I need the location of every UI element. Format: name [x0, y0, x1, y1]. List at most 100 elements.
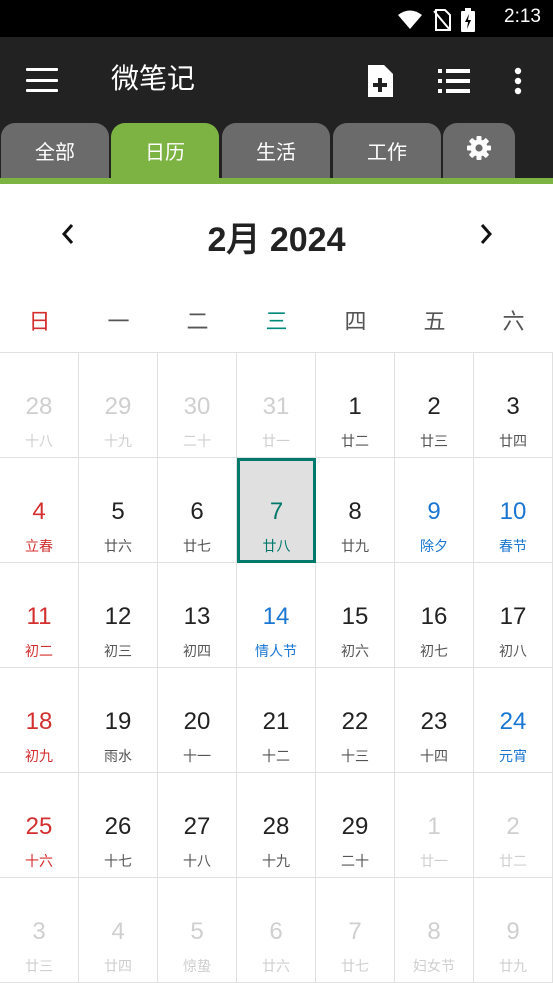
lunar-date: 初六: [341, 644, 369, 660]
calendar-day-cell[interactable]: 24 元宵: [474, 668, 553, 773]
calendar-day-cell[interactable]: 20 十一: [158, 668, 237, 773]
calendar-day-cell[interactable]: 1 廿二: [316, 353, 395, 458]
lunar-date: 十三: [341, 749, 369, 765]
calendar-day-cell[interactable]: 25 十六: [0, 773, 79, 878]
tab-life[interactable]: 生活: [222, 123, 330, 178]
menu-icon[interactable]: [22, 62, 62, 98]
day-number: 17: [499, 603, 527, 630]
day-number: 15: [341, 603, 369, 630]
no-sim-icon: [433, 9, 451, 35]
day-number: 7: [269, 498, 284, 525]
lunar-date: 春节: [499, 539, 527, 555]
calendar-day-cell[interactable]: 28 十八: [0, 353, 79, 458]
day-number: 1: [427, 813, 441, 840]
calendar-day-cell[interactable]: 21 十二: [237, 668, 316, 773]
lunar-date: 十七: [104, 854, 132, 870]
calendar-grid: 28 十八 29 十九 30 二十 31 廿一 1 廿二 2 廿三 3 廿四 4 立春 5 廿六 6 廿七 7 廿八 8 廿九…: [0, 352, 553, 983]
calendar-day-cell[interactable]: 29 十九: [79, 353, 158, 458]
calendar-day-cell[interactable]: 14 情人节: [237, 563, 316, 668]
weekday-label: 一: [107, 310, 130, 335]
calendar-day-cell[interactable]: 7 廿七: [316, 878, 395, 983]
list-view-icon[interactable]: [434, 61, 474, 101]
tab-work[interactable]: 工作: [333, 123, 441, 178]
lunar-date: 初九: [25, 749, 53, 765]
lunar-date: 廿九: [499, 959, 527, 975]
day-number: 26: [104, 813, 132, 840]
lunar-date: 初四: [183, 644, 211, 660]
chevron-right-icon[interactable]: [466, 214, 506, 254]
calendar-day-cell[interactable]: 9 除夕: [395, 458, 474, 563]
calendar-day-cell[interactable]: 28 十九: [237, 773, 316, 878]
calendar-day-cell[interactable]: 9 廿九: [474, 878, 553, 983]
lunar-date: 雨水: [104, 749, 132, 765]
lunar-date: 十九: [104, 434, 132, 450]
tab-calendar[interactable]: 日历: [111, 123, 219, 178]
lunar-date: 廿四: [499, 434, 527, 450]
calendar-day-cell[interactable]: 12 初三: [79, 563, 158, 668]
calendar-day-cell[interactable]: 6 廿七: [158, 458, 237, 563]
calendar-day-cell[interactable]: 1 廿一: [395, 773, 474, 878]
lunar-date: 初七: [420, 644, 448, 660]
day-number: 9: [506, 918, 520, 945]
battery-charging-icon: [461, 8, 475, 36]
day-number: 10: [499, 498, 527, 525]
day-number: 4: [32, 498, 46, 525]
lunar-date: 情人节: [255, 644, 297, 660]
day-number: 3: [506, 393, 520, 420]
day-number: 24: [499, 708, 527, 735]
calendar-day-cell[interactable]: 18 初九: [0, 668, 79, 773]
lunar-date: 十一: [183, 749, 211, 765]
lunar-date: 元宵: [499, 749, 527, 765]
calendar-day-cell[interactable]: 8 廿九: [316, 458, 395, 563]
calendar-day-cell[interactable]: 19 雨水: [79, 668, 158, 773]
calendar-day-cell[interactable]: 5 惊蛰: [158, 878, 237, 983]
calendar-day-cell[interactable]: 2 廿三: [395, 353, 474, 458]
calendar-day-cell[interactable]: 27 十八: [158, 773, 237, 878]
calendar-day-cell[interactable]: 22 十三: [316, 668, 395, 773]
calendar-day-cell[interactable]: 29 二十: [316, 773, 395, 878]
weekday-header: 日 一 二 三 四 五 六: [0, 284, 553, 352]
calendar-day-cell[interactable]: 13 初四: [158, 563, 237, 668]
day-number: 8: [427, 918, 441, 945]
day-number: 27: [183, 813, 211, 840]
day-number: 23: [420, 708, 448, 735]
weekday-label: 日: [28, 310, 51, 335]
lunar-date: 廿一: [262, 434, 290, 450]
calendar-day-cell[interactable]: 23 十四: [395, 668, 474, 773]
calendar-day-cell[interactable]: 17 初八: [474, 563, 553, 668]
day-number: 19: [104, 708, 132, 735]
calendar-day-cell[interactable]: 6 廿六: [237, 878, 316, 983]
lunar-date: 廿七: [183, 539, 211, 555]
day-number: 1: [348, 393, 362, 420]
tab-all[interactable]: 全部: [1, 123, 109, 178]
calendar-day-cell[interactable]: 31 廿一: [237, 353, 316, 458]
day-number: 11: [26, 603, 52, 630]
lunar-date: 妇女节: [413, 959, 455, 975]
calendar-day-cell[interactable]: 4 廿四: [79, 878, 158, 983]
calendar-day-cell[interactable]: 30 二十: [158, 353, 237, 458]
calendar-day-cell-selected[interactable]: 7 廿八: [237, 458, 316, 563]
calendar-day-cell[interactable]: 8 妇女节: [395, 878, 474, 983]
weekday-label-today: 三: [265, 310, 288, 335]
calendar-day-cell[interactable]: 26 十七: [79, 773, 158, 878]
calendar-day-cell[interactable]: 15 初六: [316, 563, 395, 668]
day-number: 28: [25, 393, 53, 420]
calendar-day-cell[interactable]: 10 春节: [474, 458, 553, 563]
lunar-date: 廿一: [420, 854, 448, 870]
calendar-day-cell[interactable]: 2 廿二: [474, 773, 553, 878]
calendar-day-cell[interactable]: 3 廿四: [474, 353, 553, 458]
day-number: 6: [269, 918, 283, 945]
calendar-day-cell[interactable]: 5 廿六: [79, 458, 158, 563]
day-number: 2: [427, 393, 441, 420]
day-number: 13: [183, 603, 211, 630]
calendar-day-cell[interactable]: 16 初七: [395, 563, 474, 668]
calendar-day-cell[interactable]: 3 廿三: [0, 878, 79, 983]
calendar-day-cell[interactable]: 4 立春: [0, 458, 79, 563]
day-number: 7: [348, 918, 362, 945]
day-number: 9: [427, 498, 441, 525]
tab-settings[interactable]: [443, 123, 515, 178]
more-vert-icon[interactable]: [498, 61, 538, 101]
calendar-day-cell[interactable]: 11 初二: [0, 563, 79, 668]
day-number: 2: [506, 813, 520, 840]
new-note-icon[interactable]: [360, 61, 400, 101]
